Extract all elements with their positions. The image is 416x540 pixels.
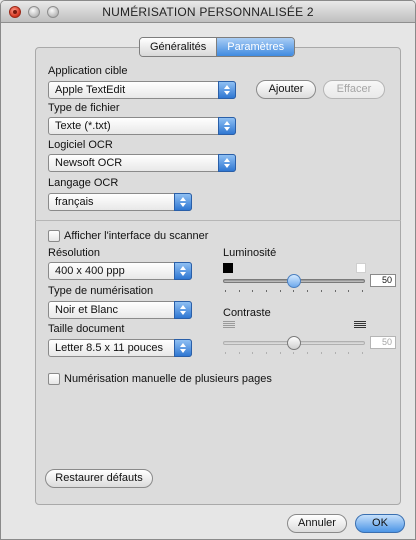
resolution-select[interactable]: 400 x 400 ppp	[48, 262, 192, 280]
brightness-ticks	[225, 290, 363, 293]
contrast-value-field[interactable]: 50	[370, 336, 396, 349]
restore-defaults-button[interactable]: Restaurer défauts	[45, 469, 153, 488]
high-contrast-icon	[354, 321, 366, 330]
ocr-language-label: Langage OCR	[48, 177, 119, 189]
show-scanner-ui-checkbox[interactable]	[48, 230, 60, 242]
window-title: NUMÉRISATION PERSONNALISÉE 2	[102, 5, 314, 19]
dropdown-arrows-icon	[218, 154, 236, 172]
resolution-label: Résolution	[48, 247, 100, 259]
resolution-value: 400 x 400 ppp	[55, 265, 125, 277]
ocr-software-label: Logiciel OCR	[48, 139, 113, 151]
target-app-select[interactable]: Apple TextEdit	[48, 81, 236, 99]
brightness-value-field[interactable]: 50	[370, 274, 396, 287]
title-bar[interactable]: NUMÉRISATION PERSONNALISÉE 2	[1, 1, 415, 23]
file-type-value: Texte (*.txt)	[55, 120, 111, 132]
dropdown-arrows-icon	[174, 301, 192, 319]
manual-multipage-checkbox[interactable]	[48, 373, 60, 385]
dropdown-arrows-icon	[174, 262, 192, 280]
ok-button[interactable]: OK	[355, 514, 405, 533]
show-scanner-ui-label: Afficher l'interface du scanner	[64, 230, 209, 242]
manual-multipage-label: Numérisation manuelle de plusieurs pages	[64, 373, 272, 385]
dropdown-arrows-icon	[174, 339, 192, 357]
contrast-ticks	[225, 352, 363, 355]
doc-size-value: Letter 8.5 x 11 pouces	[55, 342, 164, 354]
scan-type-value: Noir et Blanc	[55, 304, 118, 316]
target-app-label: Application cible	[48, 65, 128, 77]
contrast-label: Contraste	[223, 307, 271, 319]
dropdown-arrows-icon	[218, 117, 236, 135]
doc-size-label: Taille document	[48, 323, 125, 335]
low-contrast-icon	[223, 321, 235, 330]
file-type-label: Type de fichier	[48, 102, 120, 114]
dark-swatch-icon	[223, 263, 233, 273]
brightness-slider-thumb[interactable]	[287, 274, 301, 288]
target-app-value: Apple TextEdit	[55, 84, 126, 96]
dropdown-arrows-icon	[218, 81, 236, 99]
doc-size-select[interactable]: Letter 8.5 x 11 pouces	[48, 339, 192, 357]
light-swatch-icon	[356, 263, 366, 273]
dropdown-arrows-icon	[174, 193, 192, 211]
scan-type-label: Type de numérisation	[48, 285, 154, 297]
add-button[interactable]: Ajouter	[256, 80, 316, 99]
contrast-slider-thumb[interactable]	[287, 336, 301, 350]
ocr-language-value: français	[55, 196, 94, 208]
dialog-window: NUMÉRISATION PERSONNALISÉE 2 Généralités…	[0, 0, 416, 540]
ocr-software-value: Newsoft OCR	[55, 157, 123, 169]
cancel-button[interactable]: Annuler	[287, 514, 347, 533]
scan-type-select[interactable]: Noir et Blanc	[48, 301, 192, 319]
ocr-software-select[interactable]: Newsoft OCR	[48, 154, 236, 172]
tab-bar: Généralités Paramètres	[139, 37, 296, 57]
section-divider	[35, 220, 401, 221]
ocr-language-select[interactable]: français	[48, 193, 192, 211]
tab-settings[interactable]: Paramètres	[216, 38, 295, 56]
file-type-select[interactable]: Texte (*.txt)	[48, 117, 236, 135]
tab-general[interactable]: Généralités	[140, 38, 217, 56]
brightness-label: Luminosité	[223, 247, 277, 259]
delete-button[interactable]: Effacer	[323, 80, 385, 99]
